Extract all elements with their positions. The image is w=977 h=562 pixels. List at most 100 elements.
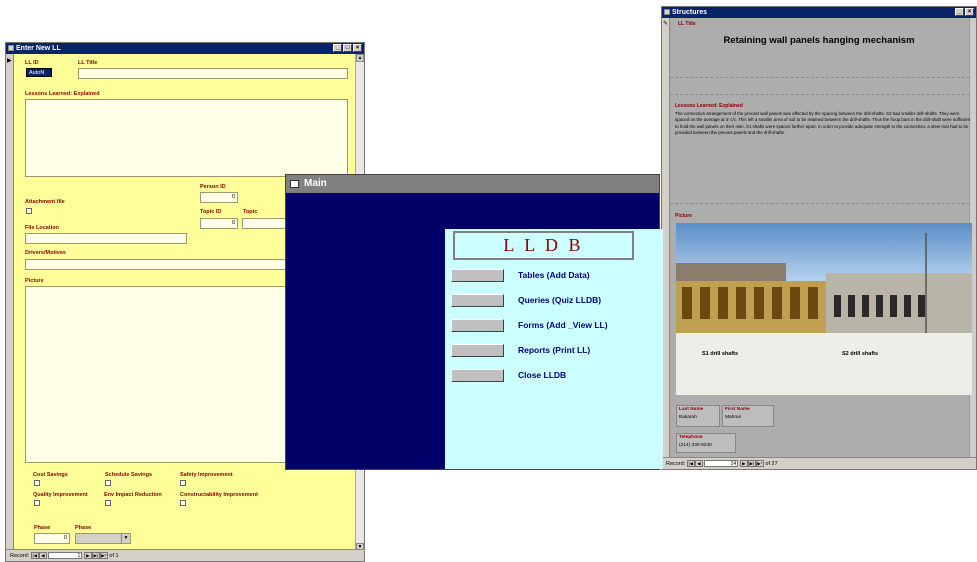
picture-field[interactable] [25,286,287,463]
tables-button[interactable] [451,269,504,282]
drivers-field[interactable] [25,259,287,270]
menu-item-close[interactable]: Close LLDB [451,369,656,383]
reports-button[interactable] [451,344,504,357]
record-label: Record: [10,553,30,559]
lessons-text[interactable]: The connection arrangement of the precas… [675,111,971,137]
telephone-box[interactable]: Telephone (214) 330-8240 [676,433,736,453]
minimize-icon[interactable]: _ [955,8,964,16]
ll-title-label: LL Title [78,60,98,66]
photo-caption-s1: S1 drill shafts [702,351,739,357]
section-divider [670,94,970,95]
lessons-label: Lessons Learned: Explained [675,103,743,109]
forms-label[interactable]: Forms (Add _View LL) [518,319,608,332]
constructability-label: Constructability Improvement [180,492,258,498]
structures-window-title: Structures [672,9,708,16]
structures-window-titlebar[interactable]: Structures _ × [662,7,976,18]
minimize-icon[interactable]: _ [333,44,342,52]
ll-title-value[interactable]: Retaining wall panels hanging mechanism [674,35,964,46]
lldb-heading: L L D B [453,231,634,260]
section-divider [670,77,970,78]
first-name-value: Mahran [725,415,742,420]
topic-label: Topic [243,209,258,215]
next-record-icon[interactable]: ▶ [83,552,92,560]
record-count: of 27 [765,461,778,467]
ll-title-label: LL Title [678,21,696,27]
record-number-field[interactable]: 1 [48,552,83,560]
reports-label[interactable]: Reports (Print LL) [518,344,590,357]
picture-label: Picture [25,278,44,284]
lessons-field[interactable] [25,99,348,177]
record-number-field[interactable]: 24 [704,460,739,468]
picture-label: Picture [675,213,692,219]
topic-field[interactable] [242,218,286,229]
menu-item-queries[interactable]: Queries (Quiz LLDB) [451,294,656,308]
prev-record-icon[interactable]: ◀ [38,552,47,560]
ll-id-field[interactable]: AutoN [26,68,52,77]
enter-window-title: Enter New LL [16,45,61,52]
ll-title-field[interactable] [78,68,348,79]
menu-item-forms[interactable]: Forms (Add _View LL) [451,319,656,333]
last-record-icon[interactable]: ▶| [91,552,100,560]
last-name-box[interactable]: Last Name Bakarah [676,405,720,427]
close-icon[interactable]: × [965,8,974,16]
record-count: of 1 [109,553,119,559]
retaining-wall-photo-graphic [676,223,972,395]
structures-window: Structures _ × ✎ LL Title Retaining wall… [661,6,977,470]
first-record-icon[interactable]: |◀ [30,552,39,560]
safety-checkbox[interactable] [180,480,186,486]
enter-window-titlebar[interactable]: Enter New LL _ □ × [6,43,364,54]
retaining-wall-photo[interactable]: S1 drill shafts S2 drill shafts [676,223,972,395]
first-name-label: First Name [725,407,750,412]
quality-checkbox[interactable] [34,500,40,506]
cost-savings-checkbox[interactable] [34,480,40,486]
new-record-icon[interactable]: ▶* [99,552,108,560]
record-selector[interactable]: ▶ [6,54,14,551]
person-id-field[interactable]: 0 [200,192,238,203]
record-navigation-bar: Record: |◀ ◀ 1 ▶ ▶| ▶* of 1 [6,549,364,561]
close-lldb-button[interactable] [451,369,504,382]
safety-label: Safety Improvement [180,472,233,478]
switchboard-panel: L L D B Tables (Add Data) Queries (Quiz … [443,229,663,469]
last-name-label: Last Name [679,407,704,412]
schedule-savings-label: Schedule Savings [105,472,153,478]
queries-button[interactable] [451,294,504,307]
queries-label[interactable]: Queries (Quiz LLDB) [518,294,601,307]
menu-item-reports[interactable]: Reports (Print LL) [451,344,656,358]
phase-field-1[interactable]: 0 [34,533,70,544]
maximize-icon[interactable]: □ [343,44,352,52]
next-record-icon[interactable]: ▶ [739,460,748,468]
tables-label[interactable]: Tables (Add Data) [518,269,590,282]
attachment-checkbox[interactable] [26,208,32,214]
forms-button[interactable] [451,319,504,332]
topic-id-label: Topic ID [200,209,222,215]
file-location-label: File Location [25,225,59,231]
section-divider [670,203,970,204]
phase-combo[interactable]: ▼ [75,533,131,544]
phase-label-1: Phase [34,525,51,531]
record-selector[interactable]: ✎ [662,18,670,458]
first-record-icon[interactable]: |◀ [686,460,695,468]
constructability-checkbox[interactable] [180,500,186,506]
record-label: Record: [666,461,686,467]
close-lldb-label[interactable]: Close LLDB [518,369,566,382]
dropdown-arrow-icon[interactable]: ▼ [121,534,130,543]
menu-item-tables[interactable]: Tables (Add Data) [451,269,656,283]
topic-id-field[interactable]: 0 [200,218,238,229]
scroll-up-icon[interactable]: ▲ [356,54,364,62]
telephone-value: (214) 330-8240 [679,443,712,448]
edit-pencil-icon: ✎ [663,21,669,27]
prev-record-icon[interactable]: ◀ [694,460,703,468]
env-impact-checkbox[interactable] [105,500,111,506]
file-location-field[interactable] [25,233,187,244]
phase-label-2: Phase [75,525,92,531]
main-window: Main L L D B Tables (Add Data) Queries (… [285,174,663,470]
last-record-icon[interactable]: ▶| [747,460,756,468]
quality-label: Quality Improvement [33,492,88,498]
main-window-titlebar[interactable]: Main [286,175,659,193]
ll-id-label: LL ID [25,60,39,66]
close-icon[interactable]: × [353,44,362,52]
record-navigation-bar: Record: |◀ ◀ 24 ▶ ▶| ▶* of 27 [662,457,976,469]
first-name-box[interactable]: First Name Mahran [722,405,774,427]
new-record-icon[interactable]: ▶* [755,460,764,468]
schedule-savings-checkbox[interactable] [105,480,111,486]
